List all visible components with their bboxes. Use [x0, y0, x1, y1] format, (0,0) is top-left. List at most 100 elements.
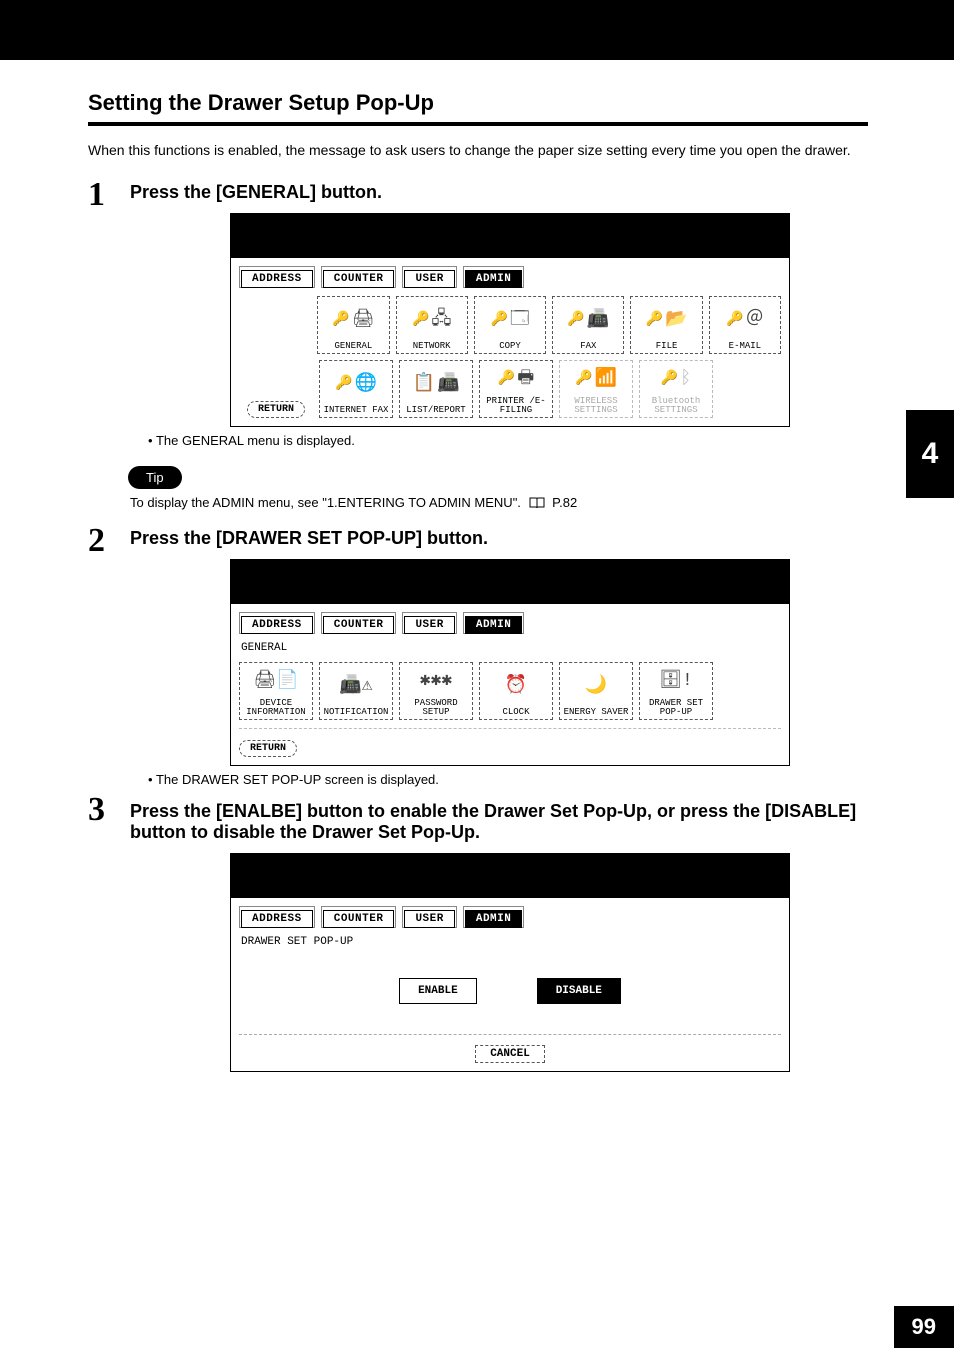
step-2: 2 Press the [DRAWER SET POP-UP] button. …: [88, 528, 868, 787]
btn-list-report[interactable]: 📋📠LIST/REPORT: [399, 360, 473, 418]
tip-badge: Tip: [128, 466, 182, 489]
chapter-tab: 4: [906, 410, 954, 498]
tab-admin[interactable]: ADMIN: [463, 612, 525, 634]
intro-paragraph: When this functions is enabled, the mess…: [88, 140, 868, 160]
cancel-row: CANCEL: [239, 1034, 781, 1063]
energy-icon: 🌙: [585, 663, 607, 708]
btn-label: COPY: [499, 342, 521, 351]
tab-label: COUNTER: [323, 270, 395, 288]
disable-button[interactable]: DISABLE: [537, 978, 621, 1004]
btn-label: E-MAIL: [729, 342, 761, 351]
btn-energy-saver[interactable]: 🌙ENERGY SAVER: [559, 662, 633, 720]
password-icon: ✱✱✱: [420, 663, 453, 699]
btn-password-setup[interactable]: ✱✱✱PASSWORD SETUP: [399, 662, 473, 720]
cancel-button[interactable]: CANCEL: [475, 1045, 545, 1063]
btn-drawer-set-popup[interactable]: 🗄!DRAWER SET POP-UP: [639, 662, 713, 720]
btn-fax[interactable]: 🔑📠FAX: [552, 296, 624, 354]
fax-icon: 🔑📠: [567, 297, 609, 342]
step-1: 1 Press the [GENERAL] button. ADDRESS CO…: [88, 182, 868, 448]
btn-label: LIST/REPORT: [406, 406, 465, 415]
device-icon: 🖨📄: [253, 663, 298, 699]
wifi-icon: 🔑📶: [575, 361, 617, 397]
btn-copy[interactable]: 🔑🗔COPY: [474, 296, 546, 354]
tip-text-a: To display the ADMIN menu, see "1.ENTERI…: [130, 495, 525, 510]
btn-label: PRINTER /E-FILING: [480, 397, 552, 415]
tab-counter[interactable]: COUNTER: [321, 906, 397, 928]
return-cell: RETURN: [239, 360, 313, 418]
btn-label: ENERGY SAVER: [564, 708, 629, 717]
section-title: Setting the Drawer Setup Pop-Up: [88, 90, 868, 116]
tab-label: ADDRESS: [241, 616, 313, 634]
email-icon: 🔑＠: [726, 297, 763, 342]
tab-counter[interactable]: COUNTER: [321, 266, 397, 288]
tab-user[interactable]: USER: [402, 612, 456, 634]
tab-address[interactable]: ADDRESS: [239, 266, 315, 288]
tab-label: COUNTER: [323, 910, 395, 928]
step-heading: Press the [DRAWER SET POP-UP] button.: [130, 528, 868, 549]
btn-label: NOTIFICATION: [324, 708, 389, 717]
btn-network[interactable]: 🔑🖧NETWORK: [396, 296, 468, 354]
tab-label: ADDRESS: [241, 270, 313, 288]
drawer-icon: 🗄!: [659, 663, 693, 699]
screen-body: ADDRESS COUNTER USER ADMIN 🔑🖨GENERAL 🔑🖧N…: [231, 258, 789, 426]
btn-label: DRAWER SET POP-UP: [640, 699, 712, 717]
btn-label: Bluetooth SETTINGS: [640, 397, 712, 415]
tab-admin[interactable]: ADMIN: [463, 266, 525, 288]
btn-file[interactable]: 🔑📂FILE: [630, 296, 702, 354]
tab-bar: ADDRESS COUNTER USER ADMIN: [239, 266, 781, 288]
tip-text-b: P.82: [552, 495, 577, 510]
btn-general[interactable]: 🔑🖨GENERAL: [317, 296, 389, 354]
btn-notification[interactable]: 📠⚠NOTIFICATION: [319, 662, 393, 720]
ifax-icon: 🔑🌐: [335, 361, 377, 406]
tab-user[interactable]: USER: [402, 906, 456, 928]
tip-text: To display the ADMIN menu, see "1.ENTERI…: [130, 495, 868, 510]
btn-clock[interactable]: ⏰CLOCK: [479, 662, 553, 720]
menu-row: 🖨📄DEVICE INFORMATION 📠⚠NOTIFICATION ✱✱✱P…: [239, 662, 781, 720]
tab-label: ADDRESS: [241, 910, 313, 928]
page: Setting the Drawer Setup Pop-Up When thi…: [0, 0, 954, 1348]
menu-row-1: 🔑🖨GENERAL 🔑🖧NETWORK 🔑🗔COPY 🔑📠FAX 🔑📂FILE …: [239, 296, 781, 354]
screen-admin-menu: ADDRESS COUNTER USER ADMIN 🔑🖨GENERAL 🔑🖧N…: [230, 213, 790, 427]
screen-header: [231, 854, 789, 898]
btn-internet-fax[interactable]: 🔑🌐INTERNET FAX: [319, 360, 393, 418]
step-number: 3: [88, 791, 105, 829]
breadcrumb: DRAWER SET POP-UP: [241, 936, 781, 948]
tab-address[interactable]: ADDRESS: [239, 906, 315, 928]
btn-label: FILE: [656, 342, 678, 351]
screen-header: [231, 560, 789, 604]
tab-label: USER: [404, 910, 454, 928]
btn-label: INTERNET FAX: [324, 406, 389, 415]
screen-body: ADDRESS COUNTER USER ADMIN GENERAL 🖨📄DEV…: [231, 604, 789, 765]
tab-label: USER: [404, 616, 454, 634]
tab-address[interactable]: ADDRESS: [239, 612, 315, 634]
btn-label: DEVICE INFORMATION: [240, 699, 312, 717]
printer-icon: 🔑🖶: [498, 361, 534, 397]
menu-row-2: RETURN 🔑🌐INTERNET FAX 📋📠LIST/REPORT 🔑🖶PR…: [239, 360, 781, 418]
screen-drawer-popup: ADDRESS COUNTER USER ADMIN DRAWER SET PO…: [230, 853, 790, 1072]
breadcrumb: GENERAL: [241, 642, 781, 654]
copy-icon: 🔑🗔: [491, 297, 530, 342]
screen-general-menu: ADDRESS COUNTER USER ADMIN GENERAL 🖨📄DEV…: [230, 559, 790, 766]
btn-label: CLOCK: [502, 708, 529, 717]
return-button[interactable]: RETURN: [239, 740, 297, 757]
btn-wireless: 🔑📶WIRELESS SETTINGS: [559, 360, 633, 418]
btn-email[interactable]: 🔑＠E-MAIL: [709, 296, 781, 354]
step-note: The DRAWER SET POP-UP screen is displaye…: [148, 772, 868, 787]
tab-bar: ADDRESS COUNTER USER ADMIN: [239, 906, 781, 928]
btn-device-info[interactable]: 🖨📄DEVICE INFORMATION: [239, 662, 313, 720]
tab-user[interactable]: USER: [402, 266, 456, 288]
tab-admin[interactable]: ADMIN: [463, 906, 525, 928]
content-area: Setting the Drawer Setup Pop-Up When thi…: [88, 90, 868, 1080]
enable-button[interactable]: ENABLE: [399, 978, 477, 1004]
bluetooth-icon: 🔑ᛒ: [661, 361, 691, 397]
return-button[interactable]: RETURN: [247, 401, 305, 418]
tab-counter[interactable]: COUNTER: [321, 612, 397, 634]
btn-printer-efiling[interactable]: 🔑🖶PRINTER /E-FILING: [479, 360, 553, 418]
top-black-bar: [0, 0, 954, 60]
step-heading: Press the [ENALBE] button to enable the …: [130, 797, 868, 843]
tab-label: ADMIN: [465, 616, 523, 634]
book-icon: [529, 497, 545, 509]
btn-label: PASSWORD SETUP: [400, 699, 472, 717]
step-3: 3 Press the [ENALBE] button to enable th…: [88, 797, 868, 1072]
file-icon: 🔑📂: [646, 297, 688, 342]
